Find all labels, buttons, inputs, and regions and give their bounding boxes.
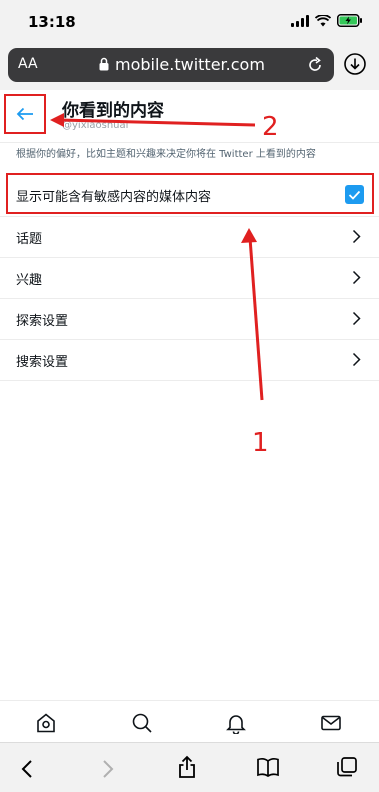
- browser-forward-icon[interactable]: [101, 759, 115, 779]
- browser-bottom-toolbar: [0, 742, 379, 792]
- messages-envelope-icon[interactable]: [320, 712, 342, 734]
- tabs-icon[interactable]: [336, 756, 358, 778]
- bottom-tab-bar: [0, 700, 379, 743]
- search-icon[interactable]: [131, 712, 153, 734]
- bookmarks-icon[interactable]: [256, 757, 280, 777]
- annotation-number-1: 1: [252, 428, 269, 458]
- browser-back-icon[interactable]: [20, 759, 34, 779]
- home-icon[interactable]: [35, 712, 57, 734]
- annotation-arrows: [50, 113, 264, 401]
- share-icon[interactable]: [177, 755, 197, 779]
- notifications-bell-icon[interactable]: [225, 712, 247, 734]
- annotation-number-2: 2: [262, 112, 279, 142]
